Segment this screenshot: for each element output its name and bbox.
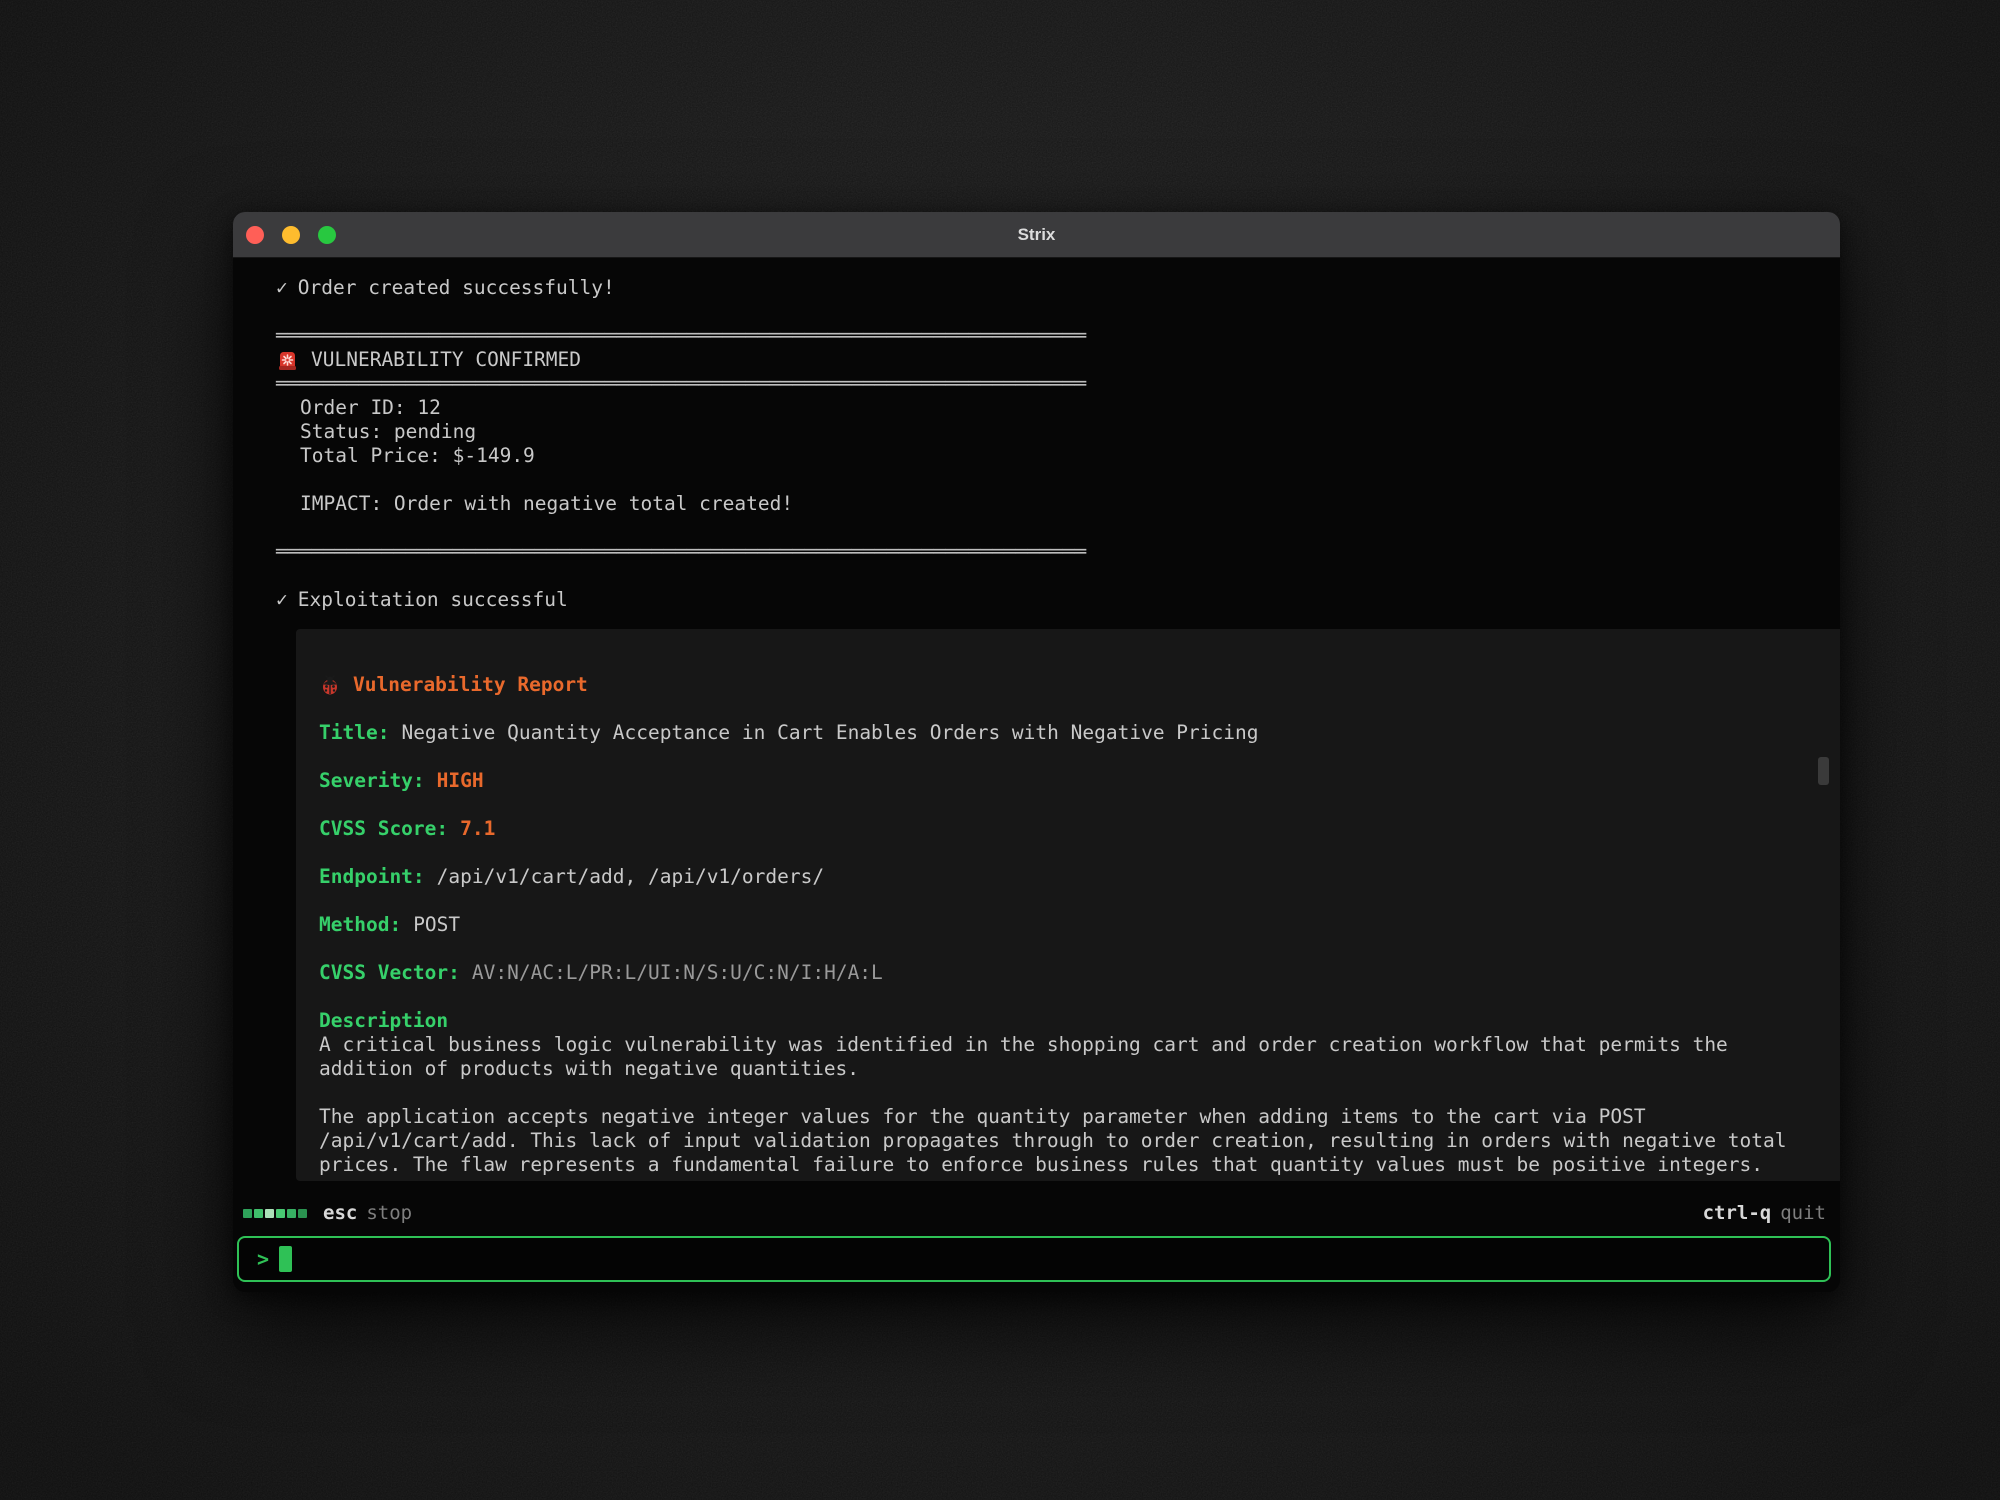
cvss-score-value: 7.1 xyxy=(460,817,495,841)
cvss-vector-value: AV:N/AC:L/PR:L/UI:N/S:U/C:N/I:H/A:L xyxy=(472,961,883,985)
separator: ════════════════════════════════════════… xyxy=(276,372,1806,396)
check-icon: ✓ xyxy=(276,588,288,612)
description-text: prices. The flaw represents a fundamenta… xyxy=(319,1153,1826,1177)
description-heading: Description xyxy=(319,1009,1826,1033)
report-field-title: Title: Negative Quantity Acceptance in C… xyxy=(319,721,1826,745)
report-field-cvss-vector: CVSS Vector: AV:N/AC:L/PR:L/UI:N/S:U/C:N… xyxy=(319,961,1826,985)
method-value: POST xyxy=(413,913,460,937)
blank-line xyxy=(319,1081,1826,1105)
order-success-text: Order created successfully! xyxy=(298,276,615,300)
spinner-block xyxy=(276,1209,285,1218)
command-input[interactable]: > xyxy=(237,1236,1831,1282)
blank-line xyxy=(276,564,1806,588)
separator: ════════════════════════════════════════… xyxy=(276,540,1806,564)
esc-action-label: stop xyxy=(366,1202,412,1224)
report-field-severity: Severity: HIGH xyxy=(319,769,1826,793)
description-section: Description A critical business logic vu… xyxy=(319,1009,1826,1177)
spinner-block xyxy=(287,1209,296,1218)
vulnerability-confirmed-text: VULNERABILITY CONFIRMED xyxy=(311,348,581,372)
description-text: addition of products with negative quant… xyxy=(319,1057,1826,1081)
terminal-output: ✓ Order created successfully! ══════════… xyxy=(233,258,1840,1181)
report-field-method: Method: POST xyxy=(319,913,1826,937)
title-bar: Strix xyxy=(233,212,1840,258)
title-value: Negative Quantity Acceptance in Cart Ena… xyxy=(401,721,1258,745)
exploitation-success-text: Exploitation successful xyxy=(298,588,568,612)
separator: ════════════════════════════════════════… xyxy=(276,324,1806,348)
vulnerability-confirmed-banner: VULNERABILITY CONFIRMED xyxy=(276,348,1806,372)
order-id-line: Order ID: 12 xyxy=(276,396,1806,420)
order-total-line: Total Price: $-149.9 xyxy=(276,444,1806,468)
blank-line xyxy=(276,468,1806,492)
esc-key-hint[interactable]: esc xyxy=(323,1202,357,1224)
spinner-blocks xyxy=(243,1209,307,1218)
quit-action-label: quit xyxy=(1780,1202,1826,1224)
app-window: Strix ✓ Order created successfully! ════… xyxy=(233,212,1840,1292)
status-right: ctrl-q quit xyxy=(1703,1202,1826,1224)
prompt-symbol: > xyxy=(257,1247,269,1271)
scrollbar-thumb[interactable] xyxy=(1818,757,1829,785)
status-left: esc stop xyxy=(243,1202,412,1224)
endpoint-value: /api/v1/cart/add, /api/v1/orders/ xyxy=(437,865,824,889)
vulnerability-report-panel: Vulnerability Report Title: Negative Qua… xyxy=(296,629,1840,1181)
bug-icon xyxy=(319,674,341,696)
quit-key-hint[interactable]: ctrl-q xyxy=(1703,1202,1772,1224)
spinner-block xyxy=(254,1209,263,1218)
report-heading-row: Vulnerability Report xyxy=(319,673,1826,697)
blank-line xyxy=(276,300,1806,324)
order-status-line: Status: pending xyxy=(276,420,1806,444)
siren-icon xyxy=(276,349,299,372)
spinner-block xyxy=(298,1209,307,1218)
spinner-block xyxy=(243,1209,252,1218)
text-cursor xyxy=(279,1246,292,1272)
spinner-block xyxy=(265,1209,274,1218)
report-heading: Vulnerability Report xyxy=(353,673,588,697)
status-bar: esc stop ctrl-q quit xyxy=(243,1201,1826,1225)
check-icon: ✓ xyxy=(276,276,288,300)
exploitation-success-line: ✓ Exploitation successful xyxy=(276,588,1806,612)
severity-value: HIGH xyxy=(437,769,484,793)
order-success-line: ✓ Order created successfully! xyxy=(276,276,1806,300)
impact-line: IMPACT: Order with negative total create… xyxy=(276,492,1806,516)
description-text: The application accepts negative integer… xyxy=(319,1105,1826,1129)
window-title: Strix xyxy=(233,225,1840,245)
report-field-cvss-score: CVSS Score: 7.1 xyxy=(319,817,1826,841)
report-field-endpoint: Endpoint: /api/v1/cart/add, /api/v1/orde… xyxy=(319,865,1826,889)
description-text: /api/v1/cart/add. This lack of input val… xyxy=(319,1129,1826,1153)
blank-line xyxy=(276,516,1806,540)
description-text: A critical business logic vulnerability … xyxy=(319,1033,1826,1057)
